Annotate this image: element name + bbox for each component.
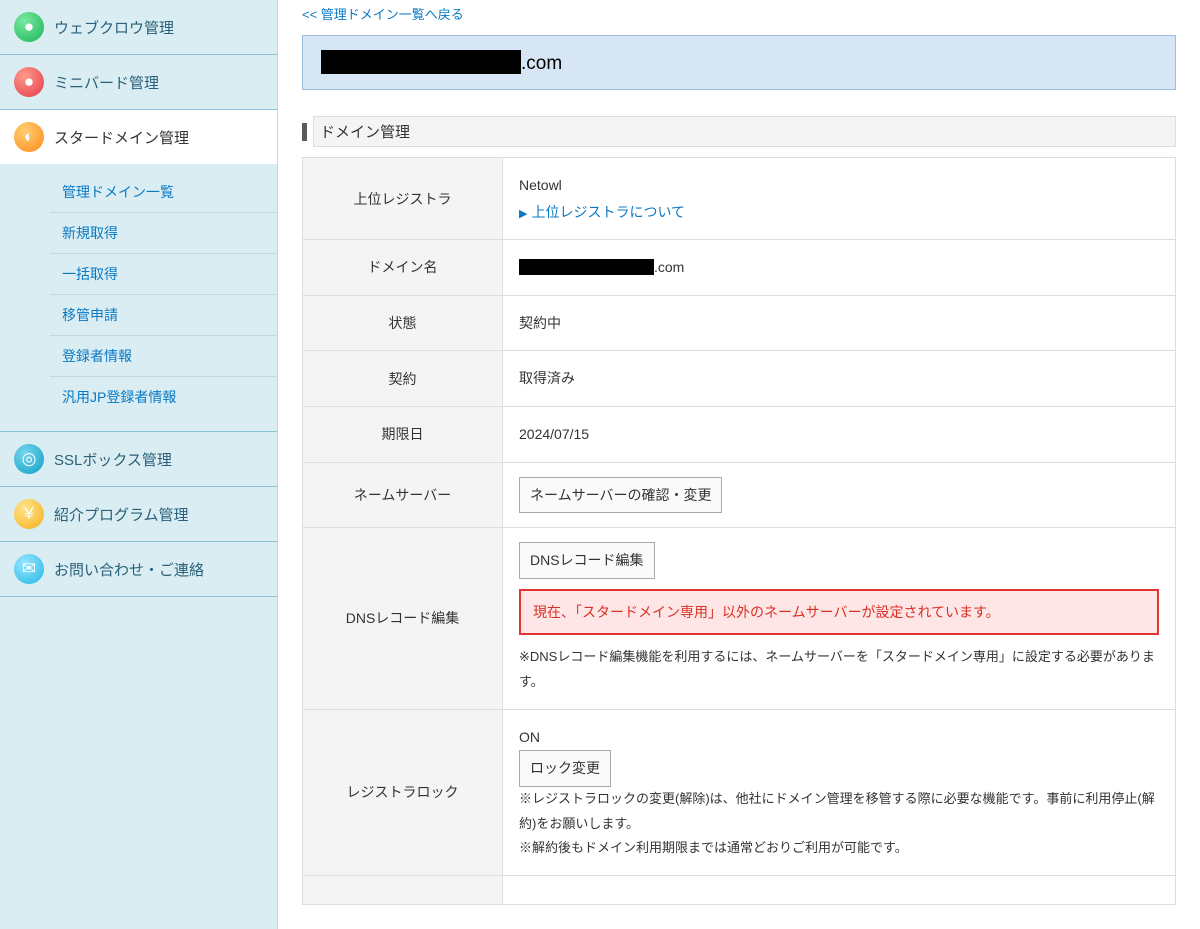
sidebar-item-stardomain[interactable]: ◐ スタードメイン管理 [0, 110, 277, 164]
redacted-domain-name [519, 259, 654, 275]
sidebar-item-webcrow[interactable]: ● ウェブクロウ管理 [0, 0, 277, 54]
circle-icon: ● [14, 12, 44, 42]
sidebar-item-referral[interactable]: ¥ 紹介プログラム管理 [0, 487, 277, 541]
sidebar-item-label: ウェブクロウ管理 [54, 17, 174, 38]
sidebar-sub-new[interactable]: 新規取得 [50, 213, 277, 254]
section-title-text: ドメイン管理 [313, 116, 1176, 147]
row-label: 状態 [303, 295, 503, 351]
dns-edit-button[interactable]: DNSレコード編集 [519, 542, 655, 579]
dns-note: ※DNSレコード編集機能を利用するには、ネームサーバーを「スタードメイン専用」に… [519, 645, 1159, 694]
table-row [303, 875, 1176, 904]
sidebar-item-contact[interactable]: ✉ お問い合わせ・ご連絡 [0, 542, 277, 596]
row-label [303, 875, 503, 904]
bar-icon [302, 123, 307, 141]
sidebar-item-minibird[interactable]: ● ミニバード管理 [0, 55, 277, 109]
contract-value: 取得済み [503, 351, 1176, 407]
row-label: 契約 [303, 351, 503, 407]
sidebar-sub-registrant[interactable]: 登録者情報 [50, 336, 277, 377]
table-row: ドメイン名 .com [303, 240, 1176, 296]
table-row: DNSレコード編集 DNSレコード編集 現在、「スタードメイン専用」以外のネーム… [303, 528, 1176, 710]
sidebar-sub-domain-list[interactable]: 管理ドメイン一覧 [50, 172, 277, 213]
table-row: ネームサーバー ネームサーバーの確認・変更 [303, 462, 1176, 528]
row-label: 上位レジストラ [303, 158, 503, 240]
globe-icon: ◎ [14, 444, 44, 474]
sidebar-item-label: SSLボックス管理 [54, 449, 172, 470]
table-row: 上位レジストラ Netowl ▶ 上位レジストラについて [303, 158, 1176, 240]
sidebar: ● ウェブクロウ管理 ● ミニバード管理 ◐ スタードメイン管理 管理ドメイン一… [0, 0, 278, 929]
dns-alert: 現在、「スタードメイン専用」以外のネームサーバーが設定されています。 [519, 589, 1159, 636]
back-link[interactable]: << 管理ドメイン一覧へ戻る [302, 0, 1176, 35]
row-label: レジストラロック [303, 709, 503, 875]
circle-icon: ● [14, 67, 44, 97]
caret-icon: ▶ [519, 208, 527, 220]
section-title: ドメイン管理 [302, 116, 1176, 147]
sidebar-sublist: 管理ドメイン一覧 新規取得 一括取得 移管申請 登録者情報 汎用JP登録者情報 [0, 164, 277, 431]
table-row: レジストラロック ON ロック変更 ※レジストラロックの変更(解除)は、他社にド… [303, 709, 1176, 875]
registrar-name: Netowl [519, 177, 562, 193]
row-label: DNSレコード編集 [303, 528, 503, 710]
sidebar-item-sslbox[interactable]: ◎ SSLボックス管理 [0, 432, 277, 486]
sidebar-item-label: スタードメイン管理 [54, 127, 189, 148]
sidebar-sub-transfer[interactable]: 移管申請 [50, 295, 277, 336]
domain-detail-table: 上位レジストラ Netowl ▶ 上位レジストラについて ドメイン名 .com 状… [302, 157, 1176, 905]
table-row: 状態 契約中 [303, 295, 1176, 351]
sidebar-sub-jp-registrant[interactable]: 汎用JP登録者情報 [50, 377, 277, 417]
domain-suffix: .com [654, 259, 684, 275]
circle-icon: ◐ [14, 122, 44, 152]
sidebar-item-label: ミニバード管理 [54, 72, 159, 93]
lock-state: ON [519, 729, 540, 745]
mail-icon: ✉ [14, 554, 44, 584]
table-row: 期限日 2024/07/15 [303, 406, 1176, 462]
row-label: ドメイン名 [303, 240, 503, 296]
registrar-about-link[interactable]: 上位レジストラについて [531, 204, 685, 220]
sidebar-item-label: お問い合わせ・ご連絡 [54, 559, 204, 580]
main-content: << 管理ドメイン一覧へ戻る .com ドメイン管理 上位レジストラ Netow… [278, 0, 1200, 929]
lock-change-button[interactable]: ロック変更 [519, 750, 611, 787]
row-label: 期限日 [303, 406, 503, 462]
sidebar-item-label: 紹介プログラム管理 [54, 504, 189, 525]
expire-value: 2024/07/15 [503, 406, 1176, 462]
nameserver-change-button[interactable]: ネームサーバーの確認・変更 [519, 477, 722, 514]
domain-suffix: .com [521, 53, 562, 74]
row-label: ネームサーバー [303, 462, 503, 528]
domain-title: .com [302, 35, 1176, 90]
sidebar-sub-bulk[interactable]: 一括取得 [50, 254, 277, 295]
state-value: 契約中 [503, 295, 1176, 351]
table-row: 契約 取得済み [303, 351, 1176, 407]
redacted-domain-name [321, 50, 521, 74]
yen-icon: ¥ [14, 499, 44, 529]
lock-note: ※解約後もドメイン利用期限までは通常どおりご利用が可能です。 [519, 836, 1159, 861]
lock-note: ※レジストラロックの変更(解除)は、他社にドメイン管理を移管する際に必要な機能で… [519, 787, 1159, 836]
